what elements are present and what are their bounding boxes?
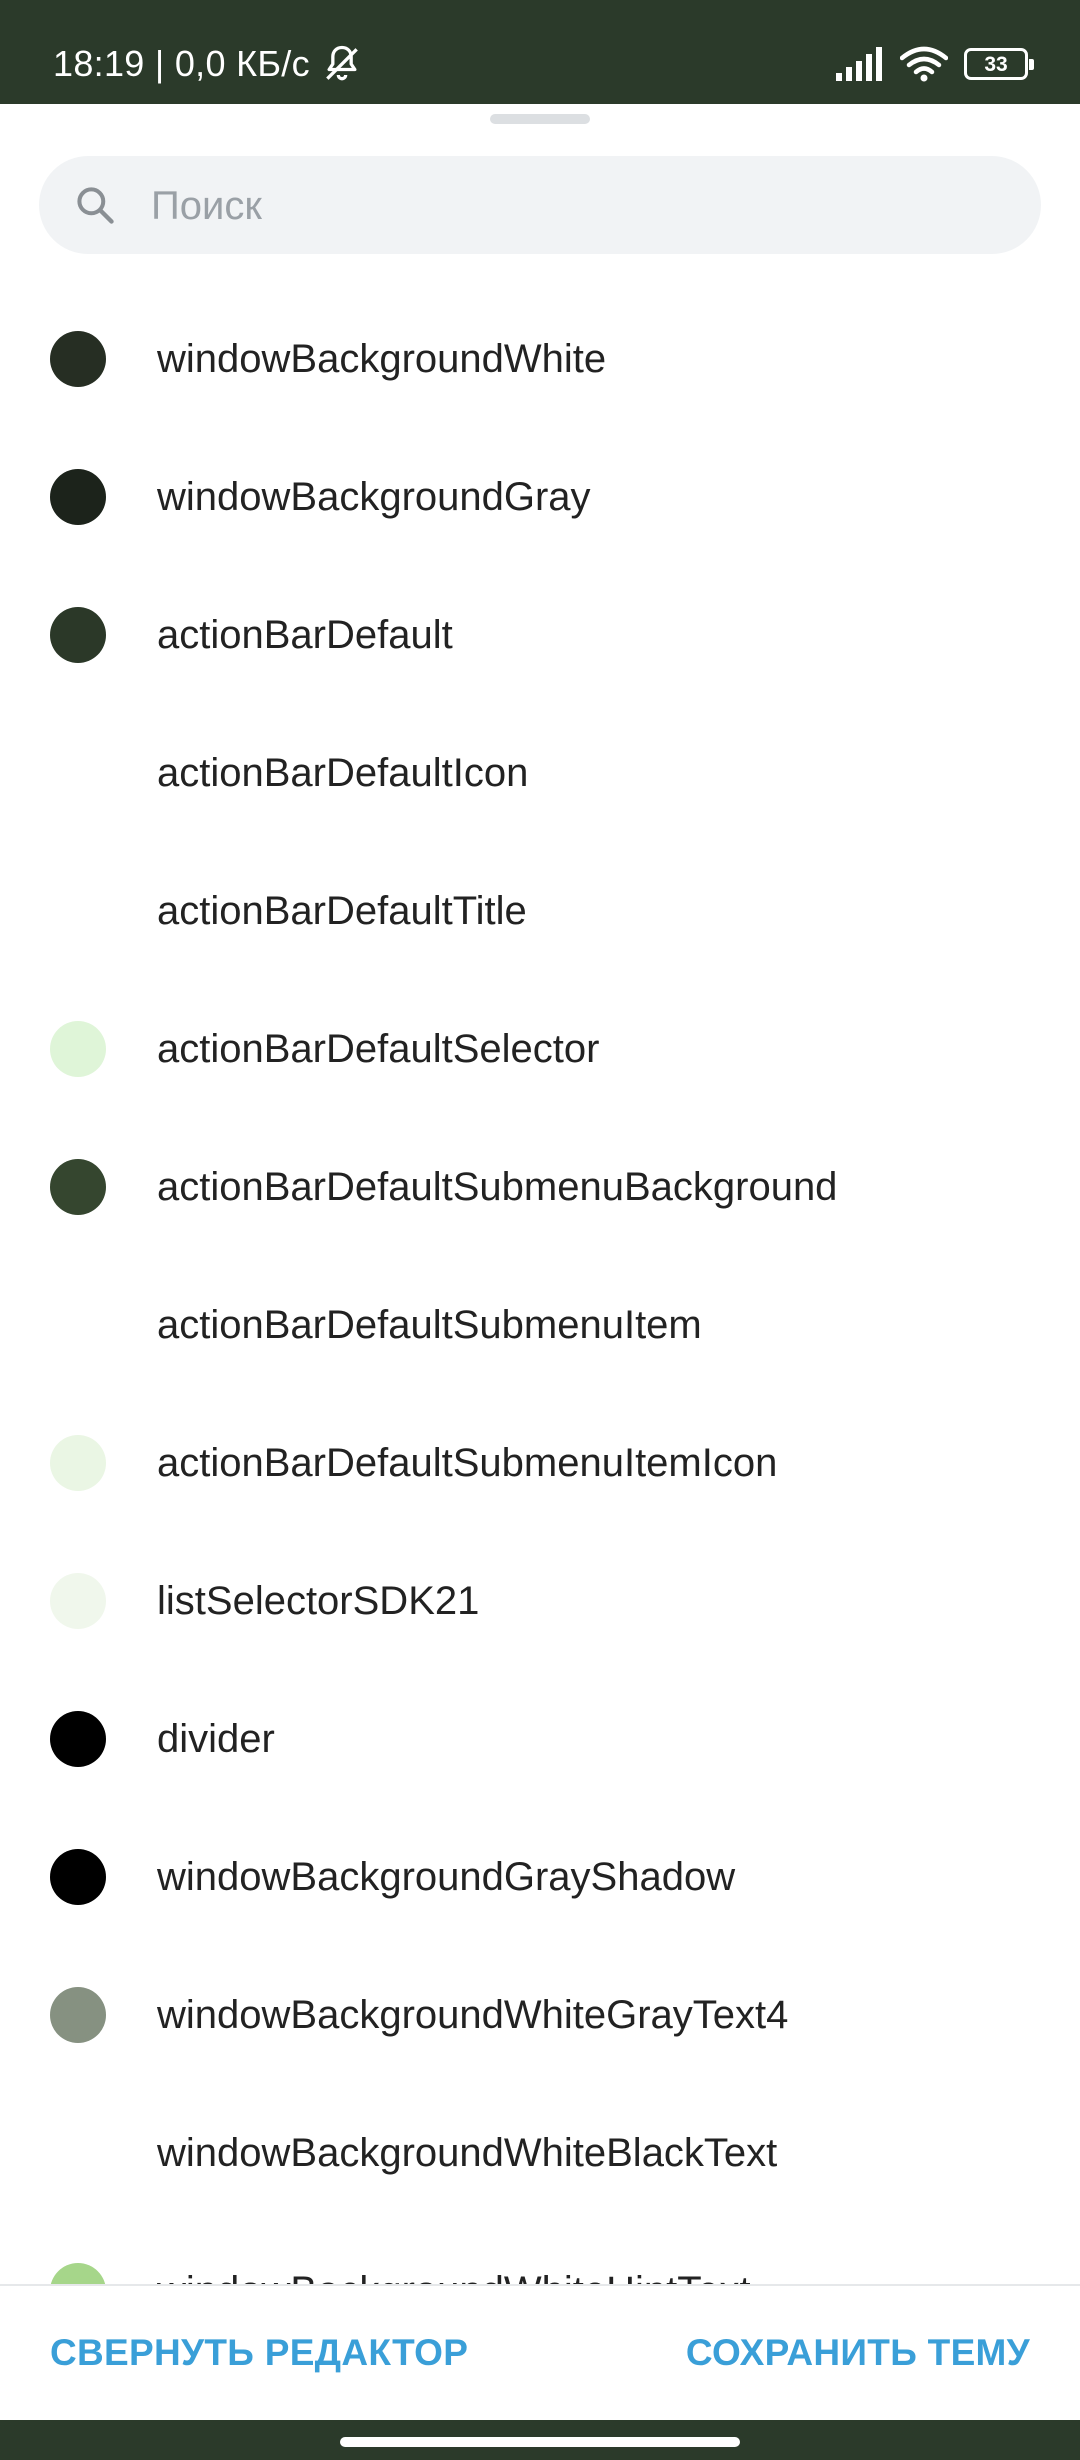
color-swatch bbox=[50, 745, 106, 801]
battery-icon: 33 bbox=[964, 48, 1034, 80]
search-input[interactable] bbox=[149, 156, 1013, 256]
color-key-label: actionBarDefaultSubmenuItem bbox=[157, 1303, 702, 1347]
list-item[interactable]: listSelectorSDK21 bbox=[0, 1532, 1080, 1670]
color-swatch bbox=[50, 1987, 106, 2043]
list-item[interactable]: windowBackgroundWhiteHintText bbox=[0, 2222, 1080, 2286]
color-swatch bbox=[50, 2125, 106, 2181]
color-swatch bbox=[50, 607, 106, 663]
color-key-label: divider bbox=[157, 1717, 275, 1761]
list-item[interactable]: actionBarDefaultSelector bbox=[0, 980, 1080, 1118]
bottom-bar: СВЕРНУТЬ РЕДАКТОР СОХРАНИТЬ ТЕМУ bbox=[0, 2284, 1080, 2420]
wifi-icon bbox=[900, 46, 948, 82]
color-key-label: windowBackgroundWhiteGrayText4 bbox=[157, 1993, 789, 2037]
list-item[interactable]: actionBarDefaultIcon bbox=[0, 704, 1080, 842]
color-swatch bbox=[50, 1297, 106, 1353]
color-key-label: windowBackgroundWhiteBlackText bbox=[157, 2131, 778, 2175]
home-indicator[interactable] bbox=[340, 2437, 740, 2447]
color-key-label: actionBarDefaultTitle bbox=[157, 889, 527, 933]
color-swatch bbox=[50, 1435, 106, 1491]
color-key-label: actionBarDefaultSubmenuBackground bbox=[157, 1165, 838, 1209]
color-key-label: windowBackgroundGrayShadow bbox=[157, 1855, 736, 1899]
status-time-and-speed: 18:19 | 0,0 КБ/с bbox=[53, 43, 310, 84]
list-item[interactable]: divider bbox=[0, 1670, 1080, 1808]
list-item[interactable]: actionBarDefault bbox=[0, 566, 1080, 704]
list-item[interactable]: actionBarDefaultSubmenuBackground bbox=[0, 1118, 1080, 1256]
drag-handle[interactable] bbox=[490, 114, 590, 124]
color-swatch bbox=[50, 1159, 106, 1215]
list-item[interactable]: windowBackgroundGray bbox=[0, 428, 1080, 566]
battery-level: 33 bbox=[984, 52, 1008, 76]
color-swatch bbox=[50, 1849, 106, 1905]
color-swatch bbox=[50, 1711, 106, 1767]
list-item[interactable]: actionBarDefaultSubmenuItem bbox=[0, 1256, 1080, 1394]
color-swatch bbox=[50, 1021, 106, 1077]
color-swatch bbox=[50, 331, 106, 387]
color-key-label: actionBarDefault bbox=[157, 613, 453, 657]
save-theme-button[interactable]: СОХРАНИТЬ ТЕМУ bbox=[686, 2286, 1030, 2420]
color-key-label: windowBackgroundWhiteHintText bbox=[157, 2222, 751, 2286]
color-list: windowBackgroundWhite windowBackgroundGra… bbox=[0, 290, 1080, 2286]
color-key-label: windowBackgroundWhite bbox=[157, 337, 607, 381]
bell-muted-icon bbox=[326, 45, 358, 81]
search-box[interactable] bbox=[39, 156, 1041, 256]
navigation-bar bbox=[0, 2420, 1080, 2460]
collapse-editor-button[interactable]: СВЕРНУТЬ РЕДАКТОР bbox=[50, 2286, 468, 2420]
color-key-label: windowBackgroundGray bbox=[157, 475, 591, 519]
list-item[interactable]: actionBarDefaultSubmenuItemIcon bbox=[0, 1394, 1080, 1532]
list-item[interactable]: actionBarDefaultTitle bbox=[0, 842, 1080, 980]
list-item[interactable]: windowBackgroundWhiteBlackText bbox=[0, 2084, 1080, 2222]
status-right: 33 bbox=[836, 40, 1034, 88]
color-swatch bbox=[50, 469, 106, 525]
color-swatch bbox=[50, 2263, 106, 2286]
status-left: 18:19 | 0,0 КБ/с bbox=[53, 42, 364, 86]
list-item[interactable]: windowBackgroundWhiteGrayText4 bbox=[0, 1946, 1080, 2084]
list-item[interactable]: windowBackgroundWhite bbox=[0, 290, 1080, 428]
color-key-label: actionBarDefaultSelector bbox=[157, 1027, 600, 1071]
search-icon bbox=[77, 187, 114, 224]
color-swatch bbox=[50, 1573, 106, 1629]
status-bar: 18:19 | 0,0 КБ/с 33 bbox=[0, 0, 1080, 104]
list-item[interactable]: windowBackgroundGrayShadow bbox=[0, 1808, 1080, 1946]
color-key-label: listSelectorSDK21 bbox=[157, 1579, 480, 1623]
color-key-label: actionBarDefaultIcon bbox=[157, 751, 529, 795]
color-swatch bbox=[50, 883, 106, 939]
color-key-label: actionBarDefaultSubmenuItemIcon bbox=[157, 1441, 778, 1485]
theme-editor-sheet: windowBackgroundWhite windowBackgroundGra… bbox=[0, 104, 1080, 2286]
signal-icon bbox=[836, 47, 882, 81]
